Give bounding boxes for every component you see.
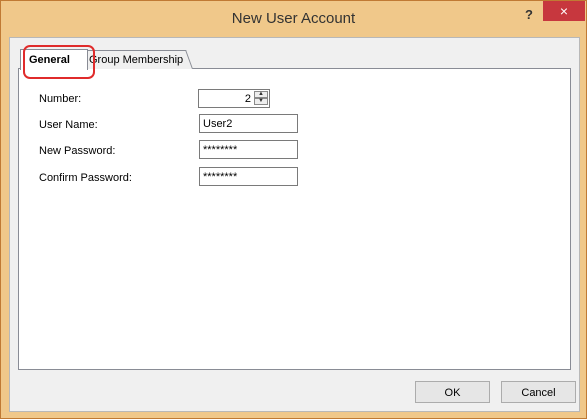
number-value: 2 [244, 93, 251, 105]
title-bar[interactable]: New User Account ? × [1, 1, 586, 37]
stepper-arrows[interactable]: ▲ ▼ [254, 91, 268, 106]
tab-highlight-annotation [23, 45, 95, 79]
help-button[interactable]: ? [521, 7, 537, 25]
up-arrow-icon[interactable]: ▲ [254, 91, 268, 98]
confirm-password-value: ******** [203, 171, 238, 183]
down-arrow-icon[interactable]: ▼ [254, 98, 268, 105]
username-label: User Name: [39, 119, 98, 131]
new-user-account-dialog: New User Account ? × Group Membership Ge… [0, 0, 587, 419]
ok-button[interactable]: OK [415, 381, 490, 403]
new-password-field[interactable]: ******** [199, 140, 298, 159]
username-value: User2 [203, 118, 233, 130]
cancel-button[interactable]: Cancel [501, 381, 576, 403]
tab-group-membership-label[interactable]: Group Membership [89, 54, 183, 66]
confirm-password-label: Confirm Password: [39, 172, 132, 184]
username-field[interactable]: User2 [199, 114, 298, 133]
new-password-label: New Password: [39, 145, 116, 157]
close-button[interactable]: × [543, 1, 585, 21]
number-label: Number: [39, 93, 82, 105]
window-title: New User Account [231, 10, 356, 27]
new-password-value: ******** [203, 144, 238, 156]
confirm-password-field[interactable]: ******** [199, 167, 298, 186]
number-stepper[interactable]: 2 ▲ ▼ [198, 89, 270, 108]
